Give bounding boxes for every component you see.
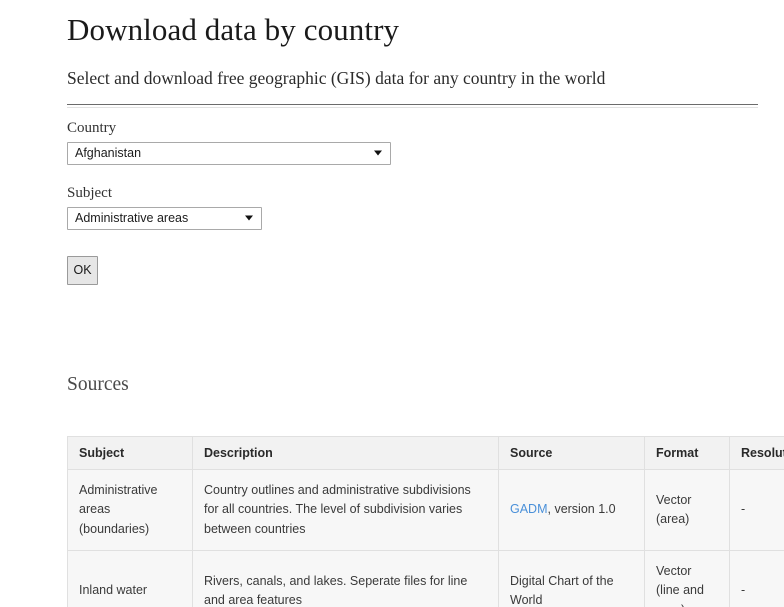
page-content: Download data by country Select and down… bbox=[0, 0, 784, 607]
source-rest-text: , version 1.0 bbox=[547, 502, 616, 517]
sources-table: Subject Description Source Format Resolu… bbox=[67, 435, 784, 607]
source-link[interactable]: GADM bbox=[510, 502, 548, 516]
column-header-subject: Subject bbox=[67, 435, 193, 470]
sources-table-head: Subject Description Source Format Resolu… bbox=[67, 435, 784, 470]
cell-source: GADM, version 1.0 bbox=[498, 468, 645, 552]
column-header-resolution: Resolution bbox=[729, 435, 784, 470]
column-header-description: Description bbox=[192, 435, 499, 470]
cell-description: Rivers, canals, and lakes. Seperate file… bbox=[192, 550, 499, 607]
sources-table-body: Administrative areas (boundaries) Countr… bbox=[67, 468, 784, 607]
table-row: Inland water Rivers, canals, and lakes. … bbox=[67, 550, 784, 607]
country-label: Country bbox=[67, 119, 117, 136]
page-root: Download data by country Select and down… bbox=[0, 0, 784, 607]
column-header-source: Source bbox=[498, 435, 645, 470]
cell-source: Digital Chart of the World bbox=[498, 550, 645, 607]
cell-resolution: - bbox=[729, 550, 784, 607]
subject-select[interactable]: Administrative areas bbox=[67, 206, 262, 230]
chevron-down-icon bbox=[374, 150, 382, 156]
page-title: Download data by country bbox=[67, 12, 400, 47]
download-form: Country Afghanistan Subject Administrati… bbox=[67, 108, 758, 285]
source-rest-text: Digital Chart of the World bbox=[510, 573, 614, 607]
cell-description: Country outlines and administrative subd… bbox=[192, 468, 499, 552]
table-row: Administrative areas (boundaries) Countr… bbox=[67, 468, 784, 552]
column-header-format: Format bbox=[644, 435, 730, 470]
table-header-row: Subject Description Source Format Resolu… bbox=[67, 435, 784, 470]
sources-heading: Sources bbox=[67, 373, 129, 395]
chevron-down-icon bbox=[245, 215, 253, 221]
ok-button[interactable]: OK bbox=[67, 255, 98, 285]
cell-resolution: - bbox=[729, 468, 784, 552]
country-select-value: Afghanistan bbox=[75, 146, 142, 160]
sources-table-container: Subject Description Source Format Resolu… bbox=[67, 396, 784, 607]
cell-format: Vector (area) bbox=[644, 468, 730, 552]
country-select[interactable]: Afghanistan bbox=[67, 141, 391, 165]
subject-select-value: Administrative areas bbox=[75, 211, 189, 225]
cell-subject: Administrative areas (boundaries) bbox=[67, 468, 193, 552]
page-subtitle: Select and download free geographic (GIS… bbox=[67, 67, 606, 88]
subject-label: Subject bbox=[67, 184, 112, 201]
cell-format: Vector (line and area) bbox=[644, 550, 730, 607]
cell-subject: Inland water bbox=[67, 550, 193, 607]
form-spacer bbox=[67, 165, 758, 184]
